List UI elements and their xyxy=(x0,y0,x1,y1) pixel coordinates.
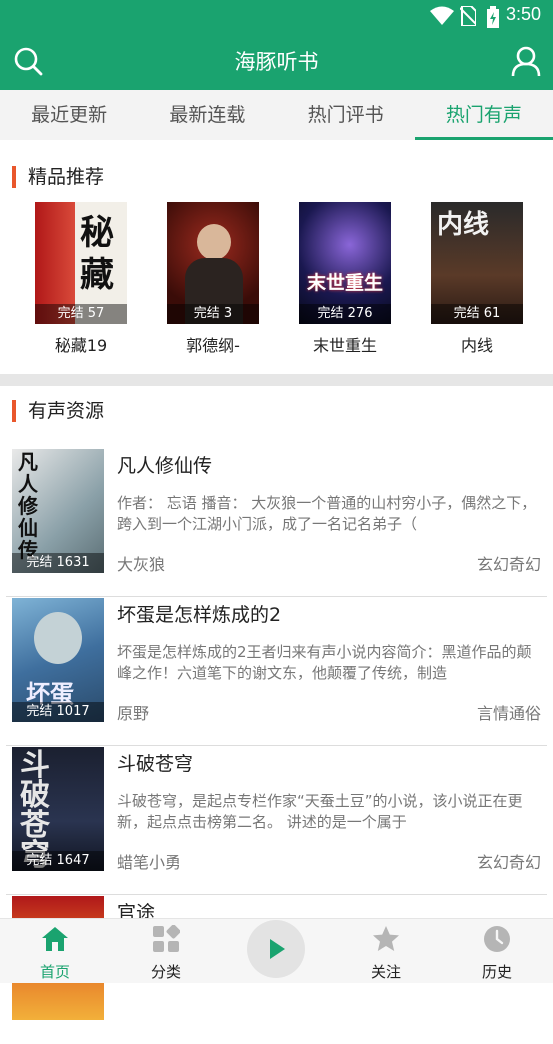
status-badge: 完结 3 xyxy=(167,304,259,324)
cover-title: 凡人修仙传 xyxy=(18,450,38,562)
book-cover: 坏蛋 完结 1017 xyxy=(12,598,104,722)
category-icon xyxy=(153,925,180,952)
nav-history[interactable]: 历史 xyxy=(457,919,537,984)
section-heading-recommend: 精品推荐 xyxy=(12,166,104,188)
book-cover: 内线 完结 61 xyxy=(431,202,523,324)
row-divider xyxy=(6,745,547,746)
tab-popular-storytelling[interactable]: 热门评书 xyxy=(277,90,415,140)
app-title: 海豚听书 xyxy=(234,50,319,74)
nav-home[interactable]: 首页 xyxy=(15,919,95,984)
nav-label: 分类 xyxy=(150,963,181,981)
user-icon[interactable] xyxy=(510,45,542,77)
item-title: 坏蛋是怎样炼成的2 xyxy=(117,604,282,626)
tab-recent-updates[interactable]: 最近更新 xyxy=(0,90,138,140)
battery-icon xyxy=(487,6,499,28)
home-icon xyxy=(42,927,68,951)
category-tabs: 最近更新 最新连载 热门评书 热门有声 xyxy=(0,90,553,140)
status-badge: 完结 1631 xyxy=(12,553,104,573)
tab-new-serials[interactable]: 最新连载 xyxy=(138,90,276,140)
list-item[interactable]: 凡人修仙传 完结 1631 凡人修仙传 作者： 忘语 播音： 大灰狼一个普通的山… xyxy=(0,449,553,597)
item-author: 大灰狼 xyxy=(117,555,166,574)
row-divider xyxy=(6,596,547,597)
section-divider xyxy=(0,374,553,386)
status-badge: 完结 61 xyxy=(431,304,523,324)
recommend-item[interactable]: 末世重生 完结 276 末世重生 xyxy=(299,202,391,356)
nav-category[interactable]: 分类 xyxy=(126,919,206,984)
status-time: 3:50 xyxy=(505,4,541,24)
nav-follow[interactable]: 关注 xyxy=(346,919,426,984)
book-cover: 凡人修仙传 完结 1631 xyxy=(12,449,104,573)
play-icon xyxy=(270,939,285,959)
no-sim-icon xyxy=(460,6,476,26)
book-cover: 斗破苍穹 完结 1647 xyxy=(12,747,104,871)
item-title: 斗破苍穹 xyxy=(117,753,194,775)
book-cover: 完结 3 xyxy=(167,202,259,324)
status-badge: 完结 57 xyxy=(35,304,127,324)
app-bar: 海豚听书 xyxy=(0,32,553,90)
cover-title: 内线 xyxy=(437,210,490,240)
recommend-item[interactable]: 完结 3 郭德纲- xyxy=(167,202,259,356)
item-title: 凡人修仙传 xyxy=(117,455,213,477)
star-icon xyxy=(373,926,399,951)
tab-popular-audio[interactable]: 热门有声 xyxy=(414,90,553,140)
status-badge: 完结 276 xyxy=(299,304,391,324)
wifi-icon xyxy=(430,6,454,25)
nav-label: 关注 xyxy=(370,963,401,981)
item-category: 玄幻奇幻 xyxy=(476,853,541,872)
cover-title: 末世重生 xyxy=(306,272,383,294)
status-badge: 完结 1017 xyxy=(12,702,104,722)
section-heading-audio: 有声资源 xyxy=(12,400,104,422)
book-cover: 末世重生 完结 276 xyxy=(299,202,391,324)
status-bar: 3:50 xyxy=(0,0,553,32)
recommend-list: 秘藏 完结 57 秘藏19 完结 3 郭德纲- 末世重生 完结 276 末世重生… xyxy=(0,202,553,362)
nav-label: 首页 xyxy=(39,963,70,981)
list-item[interactable]: 坏蛋 完结 1017 坏蛋是怎样炼成的2 坏蛋是怎样炼成的2王者归来有声小说内容… xyxy=(0,598,553,746)
item-description: 斗破苍穹，是起点专栏作家“天蚕土豆”的小说，该小说正在更新，起点点击榜第二名。 … xyxy=(117,792,523,831)
item-author: 蜡笔小勇 xyxy=(117,853,182,872)
item-author: 原野 xyxy=(117,704,150,723)
book-name: 末世重生 xyxy=(312,336,377,355)
recommend-item[interactable]: 秘藏 完结 57 秘藏19 xyxy=(35,202,127,356)
cover-title: 秘藏 xyxy=(80,213,114,295)
item-category: 玄幻奇幻 xyxy=(476,555,541,574)
nav-label: 历史 xyxy=(481,963,512,981)
item-category: 言情通俗 xyxy=(476,704,541,723)
clock-icon xyxy=(484,926,510,952)
item-description: 坏蛋是怎样炼成的2王者归来有声小说内容简介：黑道作品的颠峰之作！六道笔下的谢文东… xyxy=(117,643,532,682)
book-cover: 秘藏 完结 57 xyxy=(35,202,127,324)
book-name: 内线 xyxy=(460,336,493,355)
book-name: 郭德纲- xyxy=(186,336,240,355)
book-name: 秘藏19 xyxy=(54,336,108,355)
row-divider xyxy=(6,894,547,895)
list-item[interactable]: 斗破苍穹 完结 1647 斗破苍穹 斗破苍穹，是起点专栏作家“天蚕土豆”的小说，… xyxy=(0,747,553,895)
play-button[interactable] xyxy=(247,920,305,978)
item-description: 作者： 忘语 播音： 大灰狼一个普通的山村穷小子，偶然之下，跨入到一个江湖小门派… xyxy=(117,494,537,533)
recommend-item[interactable]: 内线 完结 61 内线 xyxy=(431,202,523,356)
status-badge: 完结 1647 xyxy=(12,851,104,871)
